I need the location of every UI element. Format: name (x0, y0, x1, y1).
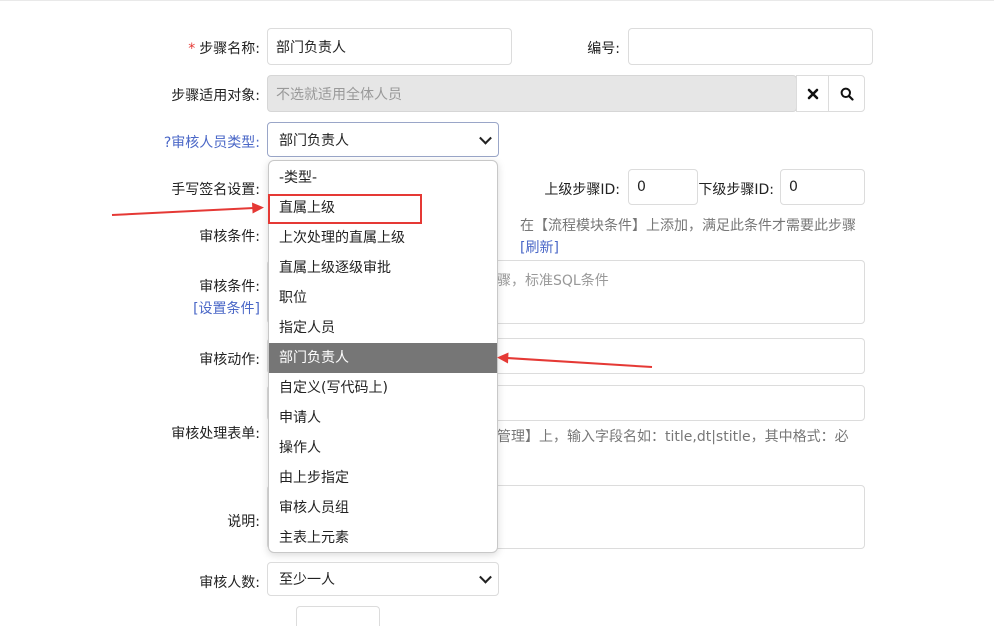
annotation-arrows (111, 202, 653, 368)
arrow-to-direct-superior (111, 202, 264, 216)
arrow-to-dept-head (497, 352, 653, 368)
